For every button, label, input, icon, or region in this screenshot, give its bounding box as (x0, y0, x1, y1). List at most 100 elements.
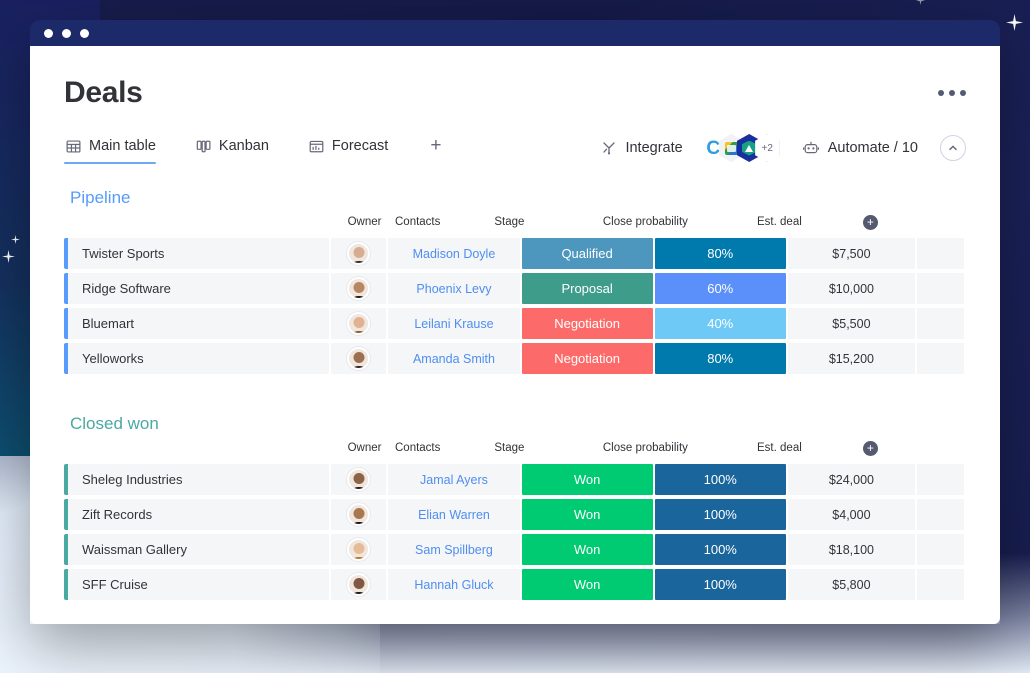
deal-name-cell[interactable]: Twister Sports (68, 238, 329, 269)
add-column-icon[interactable]: + (863, 441, 878, 456)
est-deal-cell[interactable]: $5,800 (788, 569, 915, 600)
window-minimize-dot[interactable] (62, 29, 71, 38)
owner-cell[interactable] (331, 499, 387, 530)
empty-cell[interactable] (917, 308, 964, 339)
avatar[interactable] (347, 312, 370, 335)
integrations-overflow-badge[interactable]: +2 (755, 134, 780, 162)
contact-cell[interactable]: Amanda Smith (388, 343, 519, 374)
stage-cell[interactable]: Negotiation (522, 343, 653, 374)
empty-cell[interactable] (917, 499, 964, 530)
automate-button[interactable]: Automate / 10 (802, 140, 918, 156)
deal-name-cell[interactable]: Ridge Software (68, 273, 329, 304)
table-row[interactable]: Sheleg Industries Jamal AyersWon100%$24,0… (64, 464, 966, 495)
deal-name-cell[interactable]: Waissman Gallery (68, 534, 329, 565)
stage-cell[interactable]: Won (522, 569, 653, 600)
avatar[interactable] (347, 277, 370, 300)
est-deal-cell[interactable]: $7,500 (788, 238, 915, 269)
close-probability-cell[interactable]: 100% (655, 569, 786, 600)
deal-name-cell[interactable]: Bluemart (68, 308, 329, 339)
avatar[interactable] (347, 573, 370, 596)
group-title[interactable]: Pipeline (64, 188, 966, 208)
owner-cell[interactable] (331, 534, 387, 565)
est-deal-cell[interactable]: $4,000 (788, 499, 915, 530)
stage-cell[interactable]: Negotiation (522, 308, 653, 339)
avatar[interactable] (347, 347, 370, 370)
deal-name-cell[interactable]: Sheleg Industries (68, 464, 329, 495)
column-header-prob[interactable]: Close probability (578, 442, 712, 454)
avatar[interactable] (347, 468, 370, 491)
column-header-prob[interactable]: Close probability (578, 216, 712, 228)
window-maximize-dot[interactable] (80, 29, 89, 38)
close-probability-cell[interactable]: 80% (655, 343, 786, 374)
column-header-est[interactable]: Est. deal (714, 442, 844, 454)
avatar[interactable] (347, 242, 370, 265)
integration-badges[interactable]: C +2 (701, 134, 780, 162)
integrate-button[interactable]: Integrate (601, 140, 682, 156)
stage-cell[interactable]: Qualified (522, 238, 653, 269)
deal-name-cell[interactable]: Zift Records (68, 499, 329, 530)
avatar[interactable] (347, 538, 370, 561)
contact-cell[interactable]: Jamal Ayers (388, 464, 519, 495)
board-options-button[interactable] (938, 76, 966, 96)
contact-cell[interactable]: Hannah Gluck (388, 569, 519, 600)
table-row[interactable]: Bluemart Leilani KrauseNegotiation40%$5,5… (64, 308, 966, 339)
close-probability-cell[interactable]: 40% (655, 308, 786, 339)
stage-cell[interactable]: Won (522, 499, 653, 530)
column-header-contact[interactable]: Contacts (395, 442, 440, 454)
close-probability-cell[interactable]: 100% (655, 499, 786, 530)
table-row[interactable]: Ridge Software Phoenix LevyProposal60%$10… (64, 273, 966, 304)
owner-cell[interactable] (331, 464, 387, 495)
collapse-toolbar-button[interactable] (940, 135, 966, 161)
empty-cell[interactable] (917, 343, 964, 374)
contact-cell[interactable]: Sam Spillberg (388, 534, 519, 565)
table-row[interactable]: Zift Records Elian WarrenWon100%$4,000 (64, 499, 966, 530)
add-column-button[interactable]: + (846, 441, 894, 456)
table-row[interactable]: Yelloworks Amanda SmithNegotiation80%$15,… (64, 343, 966, 374)
tab-forecast[interactable]: Forecast (307, 138, 404, 164)
column-header-stage[interactable]: Stage (442, 216, 576, 228)
deal-name-cell[interactable]: Yelloworks (68, 343, 329, 374)
window-close-dot[interactable] (44, 29, 53, 38)
deal-name-cell[interactable]: SFF Cruise (68, 569, 329, 600)
empty-cell[interactable] (917, 238, 964, 269)
stage-cell[interactable]: Proposal (522, 273, 653, 304)
close-probability-cell[interactable]: 80% (655, 238, 786, 269)
owner-cell[interactable] (331, 238, 387, 269)
column-header-contact[interactable]: Contacts (395, 216, 440, 228)
avatar[interactable] (347, 503, 370, 526)
group-title[interactable]: Closed won (64, 414, 966, 434)
column-header-owner[interactable]: Owner (336, 442, 393, 454)
empty-cell[interactable] (917, 534, 964, 565)
contact-cell[interactable]: Elian Warren (388, 499, 519, 530)
add-column-icon[interactable]: + (863, 215, 878, 230)
owner-cell[interactable] (331, 343, 387, 374)
stage-cell[interactable]: Won (522, 464, 653, 495)
est-deal-cell[interactable]: $10,000 (788, 273, 915, 304)
owner-cell[interactable] (331, 273, 387, 304)
column-header-owner[interactable]: Owner (336, 216, 393, 228)
est-deal-cell[interactable]: $18,100 (788, 534, 915, 565)
add-column-button[interactable]: + (846, 215, 894, 230)
table-row[interactable]: SFF Cruise Hannah GluckWon100%$5,800 (64, 569, 966, 600)
contact-cell[interactable]: Phoenix Levy (388, 273, 519, 304)
empty-cell[interactable] (917, 569, 964, 600)
tab-kanban[interactable]: Kanban (194, 138, 285, 164)
tab-main-table[interactable]: Main table (64, 138, 172, 164)
est-deal-cell[interactable]: $24,000 (788, 464, 915, 495)
column-header-stage[interactable]: Stage (442, 442, 576, 454)
empty-cell[interactable] (917, 464, 964, 495)
contact-cell[interactable]: Leilani Krause (388, 308, 519, 339)
table-row[interactable]: Twister Sports Madison DoyleQualified80%$… (64, 238, 966, 269)
column-header-est[interactable]: Est. deal (714, 216, 844, 228)
stage-cell[interactable]: Won (522, 534, 653, 565)
owner-cell[interactable] (331, 308, 387, 339)
close-probability-cell[interactable]: 100% (655, 464, 786, 495)
est-deal-cell[interactable]: $15,200 (788, 343, 915, 374)
owner-cell[interactable] (331, 569, 387, 600)
close-probability-cell[interactable]: 100% (655, 534, 786, 565)
close-probability-cell[interactable]: 60% (655, 273, 786, 304)
contact-cell[interactable]: Madison Doyle (388, 238, 519, 269)
table-row[interactable]: Waissman Gallery Sam SpillbergWon100%$18,… (64, 534, 966, 565)
est-deal-cell[interactable]: $5,500 (788, 308, 915, 339)
add-view-button[interactable]: + (430, 135, 441, 167)
